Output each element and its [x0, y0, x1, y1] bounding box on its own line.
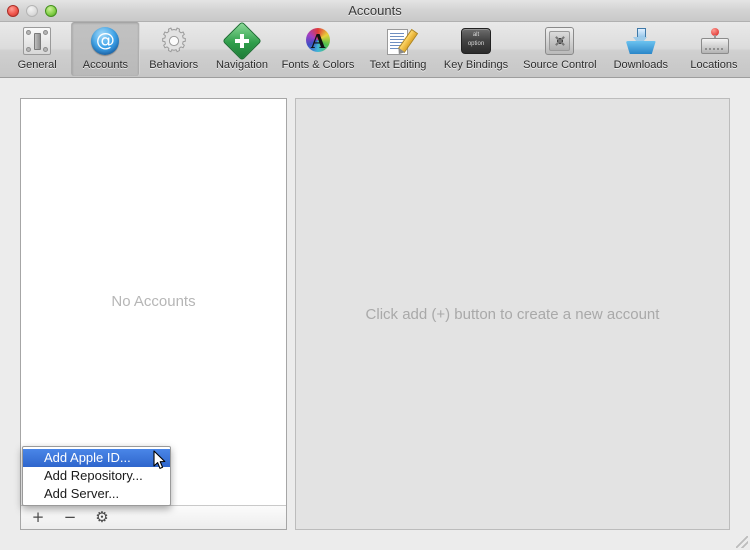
toolbar-item-source-control[interactable]: Source Control: [516, 22, 604, 76]
toolbar-item-locations[interactable]: Locations: [678, 22, 750, 76]
navigation-arrows-icon: [222, 21, 262, 61]
toolbar-label-fonts-colors: Fonts & Colors: [281, 59, 355, 71]
toolbar-item-general[interactable]: General: [3, 22, 71, 76]
toolbar-label-navigation: Navigation: [215, 59, 268, 71]
toolbar-label-locations: Locations: [690, 59, 738, 71]
text-editing-icon: [382, 25, 419, 57]
add-account-button[interactable]: +: [29, 510, 47, 525]
toolbar-item-key-bindings[interactable]: alt option Key Bindings: [436, 22, 516, 76]
accounts-at-icon: @: [89, 25, 121, 57]
toolbar-item-accounts[interactable]: @ Accounts: [71, 22, 140, 76]
add-account-popup-menu: Add Apple ID... Add Repository... Add Se…: [22, 446, 171, 506]
toolbar-item-fonts-colors[interactable]: A Fonts & Colors: [276, 22, 360, 76]
toolbar-item-navigation[interactable]: Navigation: [208, 21, 276, 76]
toolbar-label-text-editing: Text Editing: [369, 59, 427, 71]
accounts-list-toolbar: + − ⚙: [21, 505, 286, 529]
general-icon: [21, 25, 53, 57]
window-titlebar: Accounts: [0, 0, 750, 22]
gear-icon: [158, 25, 190, 57]
key-bindings-icon: alt option: [460, 25, 492, 57]
account-detail-panel: Click add (+) button to create a new acc…: [295, 98, 730, 530]
toolbar-label-source-control: Source Control: [523, 59, 597, 71]
key-icon-line1: alt: [472, 32, 480, 38]
toolbar-label-key-bindings: Key Bindings: [443, 59, 509, 71]
locations-disk-icon: [698, 25, 730, 57]
toolbar-label-downloads: Downloads: [613, 59, 669, 71]
fonts-colors-icon: A: [302, 25, 334, 57]
downloads-icon: [625, 25, 657, 57]
toolbar-label-general: General: [17, 59, 57, 71]
preferences-toolbar: General @ Accounts Behaviors Navigation …: [0, 21, 750, 78]
account-detail-hint: Click add (+) button to create a new acc…: [365, 305, 660, 323]
key-icon-line2: option: [467, 41, 485, 47]
account-actions-gear-button[interactable]: ⚙: [93, 510, 111, 525]
accounts-empty-message: No Accounts: [111, 293, 196, 310]
menu-item-add-server[interactable]: Add Server...: [23, 485, 170, 503]
toolbar-item-text-editing[interactable]: Text Editing: [360, 22, 436, 76]
menu-item-add-repository[interactable]: Add Repository...: [23, 467, 170, 485]
window-resize-grip[interactable]: [736, 536, 748, 548]
window-title: Accounts: [348, 3, 402, 18]
preferences-window: Accounts General @ Accounts Behaviors Na…: [0, 0, 750, 550]
menu-item-add-apple-id[interactable]: Add Apple ID...: [23, 449, 170, 467]
toolbar-label-accounts: Accounts: [82, 59, 129, 71]
toolbar-item-downloads[interactable]: Downloads: [604, 22, 678, 76]
toolbar-item-behaviors[interactable]: Behaviors: [140, 22, 208, 76]
safe-icon: [544, 25, 576, 57]
toolbar-label-behaviors: Behaviors: [149, 59, 199, 71]
remove-account-button[interactable]: −: [61, 510, 79, 525]
